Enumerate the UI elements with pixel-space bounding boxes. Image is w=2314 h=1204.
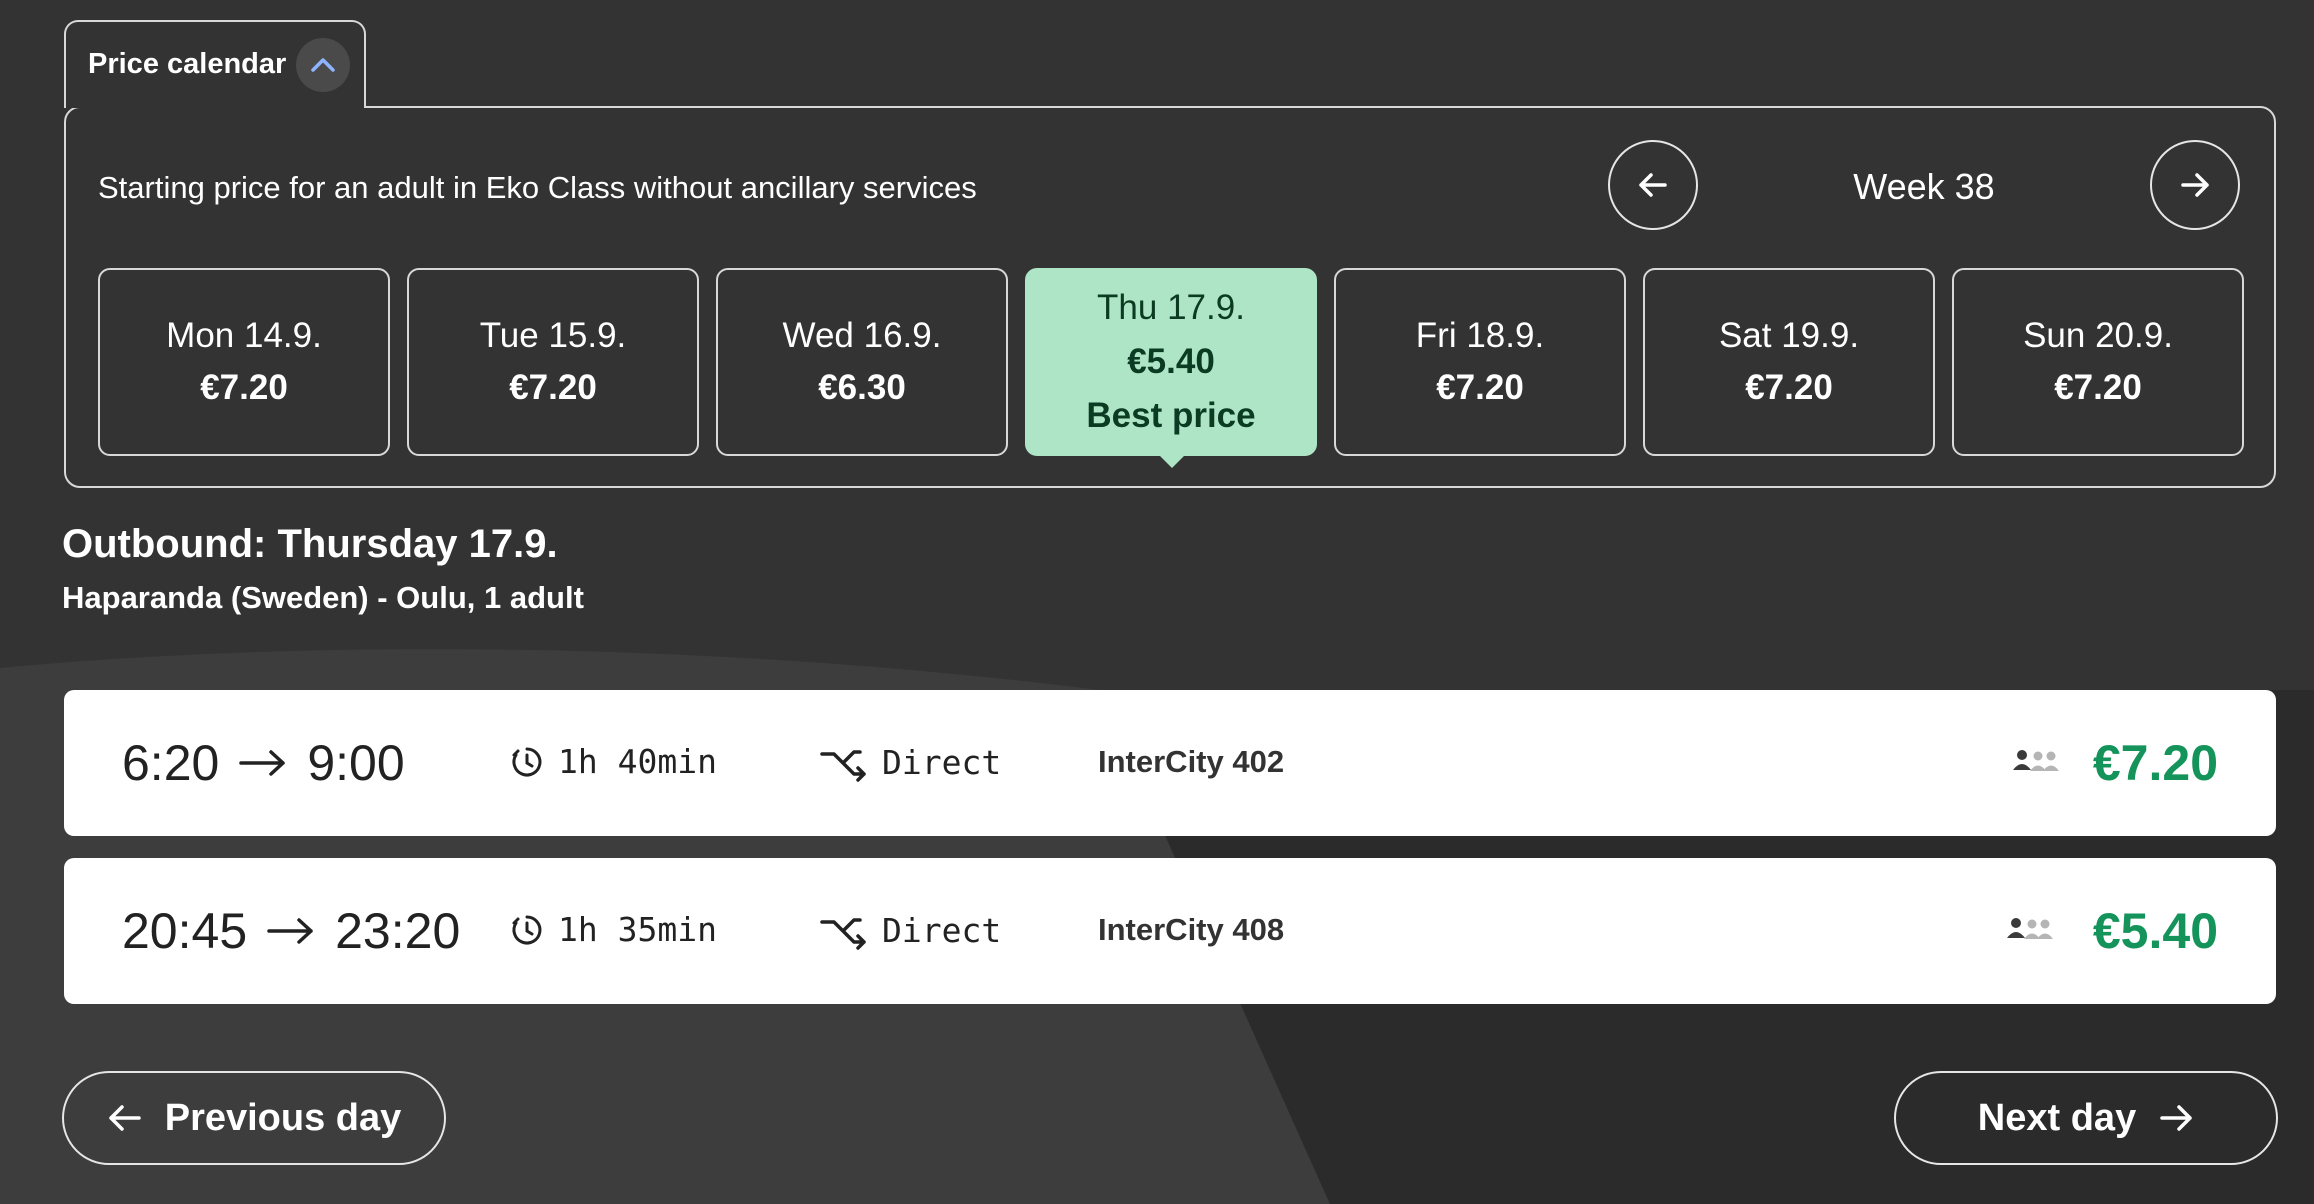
day-name: Thu 17.9. bbox=[1097, 288, 1245, 327]
journey-connection: Direct bbox=[820, 742, 1001, 782]
arrow-left-icon bbox=[1639, 173, 1667, 197]
day-price: €7.20 bbox=[509, 368, 597, 407]
journey-price: €7.20 bbox=[2092, 735, 2218, 791]
occupancy-icon bbox=[2007, 918, 2053, 939]
page-content: Price calendar Starting price for an adu… bbox=[0, 0, 2314, 1204]
previous-day-button[interactable]: Previous day bbox=[62, 1071, 446, 1165]
day-price: €6.30 bbox=[818, 368, 906, 407]
clock-icon bbox=[512, 915, 542, 944]
route-summary: Haparanda (Sweden) - Oulu, 1 adult bbox=[62, 580, 584, 615]
occupancy-icon bbox=[2013, 750, 2059, 771]
price-calendar-panel: Starting price for an adult in Eko Class… bbox=[64, 106, 2276, 488]
day-card-sat[interactable]: Sat 19.9. €7.20 bbox=[1643, 268, 1935, 456]
next-day-label: Next day bbox=[1977, 1096, 2137, 1139]
previous-day-label: Previous day bbox=[164, 1096, 402, 1139]
journey-price: €5.40 bbox=[2092, 903, 2218, 959]
day-card-fri[interactable]: Fri 18.9. €7.20 bbox=[1334, 268, 1626, 456]
journey-times: 6:20 9:00 bbox=[122, 734, 405, 792]
day-price: €7.20 bbox=[200, 368, 288, 407]
day-card-sun[interactable]: Sun 20.9. €7.20 bbox=[1952, 268, 2244, 456]
connection-text: Direct bbox=[882, 742, 1002, 782]
outbound-title: Outbound: Thursday 17.9. bbox=[62, 522, 558, 566]
day-name: Tue 15.9. bbox=[479, 316, 627, 355]
arrow-left-icon bbox=[108, 1105, 141, 1131]
day-name: Fri 18.9. bbox=[1415, 316, 1545, 355]
direct-route-icon bbox=[820, 750, 866, 782]
day-card-mon[interactable]: Mon 14.9. €7.20 bbox=[98, 268, 390, 456]
next-week-button[interactable] bbox=[2150, 140, 2240, 230]
train-name: InterCity 402 bbox=[1098, 744, 1285, 779]
train-name: InterCity 408 bbox=[1098, 912, 1285, 947]
duration-text: 1h 40min bbox=[558, 742, 717, 781]
arrival-time: 23:20 bbox=[335, 903, 461, 959]
departure-time: 20:45 bbox=[122, 903, 248, 959]
day-price: €7.20 bbox=[1436, 368, 1524, 407]
price-calendar-tab[interactable]: Price calendar bbox=[64, 20, 366, 108]
day-name: Wed 16.9. bbox=[782, 316, 942, 355]
day-card-wed[interactable]: Wed 16.9. €6.30 bbox=[716, 268, 1008, 456]
collapse-calendar-button[interactable] bbox=[296, 38, 350, 92]
journey-duration: 1h 35min bbox=[510, 910, 717, 949]
day-name: Mon 14.9. bbox=[166, 316, 322, 355]
calendar-description: Starting price for an adult in Eko Class… bbox=[98, 170, 977, 205]
clock-icon bbox=[512, 747, 542, 776]
selected-day-pointer bbox=[1158, 454, 1186, 468]
journey-row[interactable]: 6:20 9:00 1h 40min Direct InterCity 402 bbox=[64, 690, 2276, 836]
next-day-button[interactable]: Next day bbox=[1894, 1071, 2278, 1165]
week-label: Week 38 bbox=[1853, 166, 1995, 207]
journey-connection: Direct bbox=[820, 910, 1001, 950]
price-calendar-tab-label: Price calendar bbox=[88, 48, 287, 80]
journey-row[interactable]: 20:45 23:20 1h 35min Direct InterCity 40… bbox=[64, 858, 2276, 1004]
arrival-time: 9:00 bbox=[307, 735, 405, 791]
previous-week-button[interactable] bbox=[1608, 140, 1698, 230]
arrow-right-icon bbox=[2181, 173, 2209, 197]
chevron-up-icon bbox=[311, 58, 335, 72]
arrow-right-icon bbox=[2160, 1105, 2192, 1131]
day-card-tue[interactable]: Tue 15.9. €7.20 bbox=[407, 268, 699, 456]
departure-time: 6:20 bbox=[122, 735, 220, 791]
duration-text: 1h 35min bbox=[558, 910, 717, 949]
day-price: €5.40 bbox=[1127, 342, 1215, 381]
day-price: €7.20 bbox=[2054, 368, 2142, 407]
best-price-badge: Best price bbox=[1086, 396, 1256, 435]
journey-times: 20:45 23:20 bbox=[122, 902, 460, 960]
day-card-thu-selected[interactable]: Thu 17.9. €5.40 Best price bbox=[1025, 268, 1317, 468]
journey-duration: 1h 40min bbox=[510, 742, 717, 781]
arrow-right-icon bbox=[267, 918, 313, 944]
arrow-right-icon bbox=[239, 750, 286, 776]
day-name: Sat 19.9. bbox=[1718, 316, 1860, 355]
day-price: €7.20 bbox=[1745, 368, 1833, 407]
direct-route-icon bbox=[820, 918, 866, 950]
day-name: Sun 20.9. bbox=[2023, 316, 2173, 355]
connection-text: Direct bbox=[882, 910, 1002, 950]
